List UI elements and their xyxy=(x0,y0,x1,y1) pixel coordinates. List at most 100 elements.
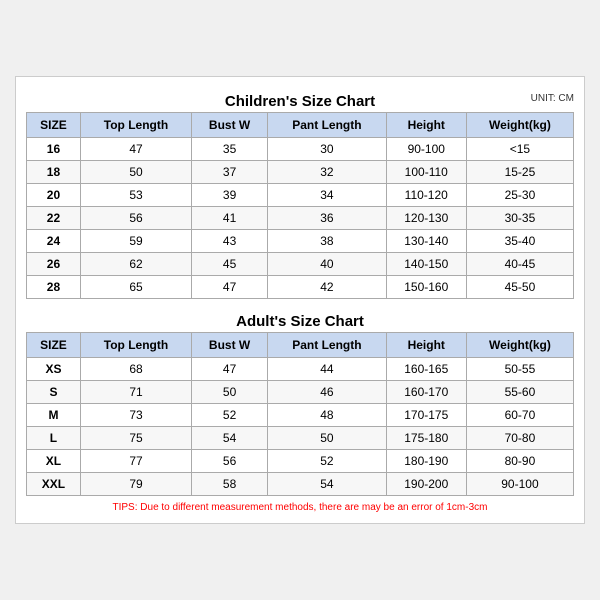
table-cell: 68 xyxy=(80,358,191,381)
table-cell: 130-140 xyxy=(386,230,466,253)
adults-header-row: SIZE Top Length Bust W Pant Length Heigh… xyxy=(27,333,574,358)
adults-col-pant-length: Pant Length xyxy=(268,333,386,358)
table-cell: 35 xyxy=(192,138,268,161)
table-cell: 39 xyxy=(192,184,268,207)
table-cell: 110-120 xyxy=(386,184,466,207)
table-cell: 47 xyxy=(80,138,191,161)
table-cell: 56 xyxy=(80,207,191,230)
children-col-bust: Bust W xyxy=(192,113,268,138)
table-cell: 32 xyxy=(268,161,386,184)
table-cell: 160-165 xyxy=(386,358,466,381)
table-cell: 26 xyxy=(27,253,81,276)
table-cell: 41 xyxy=(192,207,268,230)
table-cell: 53 xyxy=(80,184,191,207)
table-cell: 54 xyxy=(268,473,386,496)
table-cell: 48 xyxy=(268,404,386,427)
table-cell: 15-25 xyxy=(466,161,573,184)
table-cell: 150-160 xyxy=(386,276,466,299)
adults-col-top-length: Top Length xyxy=(80,333,191,358)
table-cell: 180-190 xyxy=(386,450,466,473)
table-cell: 56 xyxy=(192,450,268,473)
children-table: SIZE Top Length Bust W Pant Length Heigh… xyxy=(26,112,574,299)
table-cell: 62 xyxy=(80,253,191,276)
adults-table: SIZE Top Length Bust W Pant Length Heigh… xyxy=(26,332,574,496)
adults-section-title: Adult's Size Chart xyxy=(26,307,574,332)
table-cell: 73 xyxy=(80,404,191,427)
table-cell: 40 xyxy=(268,253,386,276)
table-cell: 140-150 xyxy=(386,253,466,276)
table-cell: 38 xyxy=(268,230,386,253)
table-cell: 60-70 xyxy=(466,404,573,427)
table-cell: 50 xyxy=(268,427,386,450)
table-cell: 43 xyxy=(192,230,268,253)
table-cell: 77 xyxy=(80,450,191,473)
table-row: M735248170-17560-70 xyxy=(27,404,574,427)
table-row: 28654742150-16045-50 xyxy=(27,276,574,299)
table-cell: 24 xyxy=(27,230,81,253)
table-cell: 71 xyxy=(80,381,191,404)
children-header-row: SIZE Top Length Bust W Pant Length Heigh… xyxy=(27,113,574,138)
table-cell: 75 xyxy=(80,427,191,450)
table-cell: XL xyxy=(27,450,81,473)
adults-title: Adult's Size Chart xyxy=(236,313,364,330)
table-cell: 65 xyxy=(80,276,191,299)
table-cell: 45-50 xyxy=(466,276,573,299)
table-cell: 16 xyxy=(27,138,81,161)
children-col-weight: Weight(kg) xyxy=(466,113,573,138)
table-cell: 25-30 xyxy=(466,184,573,207)
table-cell: 50-55 xyxy=(466,358,573,381)
children-col-pant-length: Pant Length xyxy=(268,113,386,138)
table-row: 20533934110-12025-30 xyxy=(27,184,574,207)
table-cell: 37 xyxy=(192,161,268,184)
table-cell: 90-100 xyxy=(466,473,573,496)
table-cell: 70-80 xyxy=(466,427,573,450)
table-cell: 175-180 xyxy=(386,427,466,450)
table-cell: 47 xyxy=(192,276,268,299)
table-cell: XXL xyxy=(27,473,81,496)
table-row: 26624540140-15040-45 xyxy=(27,253,574,276)
adults-col-bust: Bust W xyxy=(192,333,268,358)
children-title: Children's Size Chart xyxy=(225,93,375,110)
table-row: XL775652180-19080-90 xyxy=(27,450,574,473)
table-row: L755450175-18070-80 xyxy=(27,427,574,450)
table-row: XS684744160-16550-55 xyxy=(27,358,574,381)
children-table-body: 1647353090-100<1518503732100-11015-25205… xyxy=(27,138,574,299)
adults-table-header: SIZE Top Length Bust W Pant Length Heigh… xyxy=(27,333,574,358)
table-row: 22564136120-13030-35 xyxy=(27,207,574,230)
table-cell: 20 xyxy=(27,184,81,207)
table-cell: 44 xyxy=(268,358,386,381)
table-cell: 46 xyxy=(268,381,386,404)
table-row: 24594338130-14035-40 xyxy=(27,230,574,253)
table-cell: 30-35 xyxy=(466,207,573,230)
table-cell: 170-175 xyxy=(386,404,466,427)
table-row: 18503732100-11015-25 xyxy=(27,161,574,184)
table-row: 1647353090-100<15 xyxy=(27,138,574,161)
table-cell: 36 xyxy=(268,207,386,230)
children-col-size: SIZE xyxy=(27,113,81,138)
adults-col-height: Height xyxy=(386,333,466,358)
table-cell: 30 xyxy=(268,138,386,161)
children-section-title: Children's Size Chart UNIT: CM xyxy=(26,87,574,112)
table-cell: 50 xyxy=(80,161,191,184)
table-cell: 100-110 xyxy=(386,161,466,184)
table-cell: 59 xyxy=(80,230,191,253)
adults-col-weight: Weight(kg) xyxy=(466,333,573,358)
table-cell: 22 xyxy=(27,207,81,230)
table-cell: 54 xyxy=(192,427,268,450)
table-cell: 120-130 xyxy=(386,207,466,230)
table-cell: S xyxy=(27,381,81,404)
table-cell: 42 xyxy=(268,276,386,299)
table-cell: 50 xyxy=(192,381,268,404)
children-col-top-length: Top Length xyxy=(80,113,191,138)
table-cell: 90-100 xyxy=(386,138,466,161)
table-row: S715046160-17055-60 xyxy=(27,381,574,404)
table-cell: 160-170 xyxy=(386,381,466,404)
children-col-height: Height xyxy=(386,113,466,138)
table-cell: 190-200 xyxy=(386,473,466,496)
table-cell: 52 xyxy=(268,450,386,473)
table-cell: 79 xyxy=(80,473,191,496)
table-cell: 34 xyxy=(268,184,386,207)
children-table-header: SIZE Top Length Bust W Pant Length Heigh… xyxy=(27,113,574,138)
table-cell: 35-40 xyxy=(466,230,573,253)
table-cell: 28 xyxy=(27,276,81,299)
